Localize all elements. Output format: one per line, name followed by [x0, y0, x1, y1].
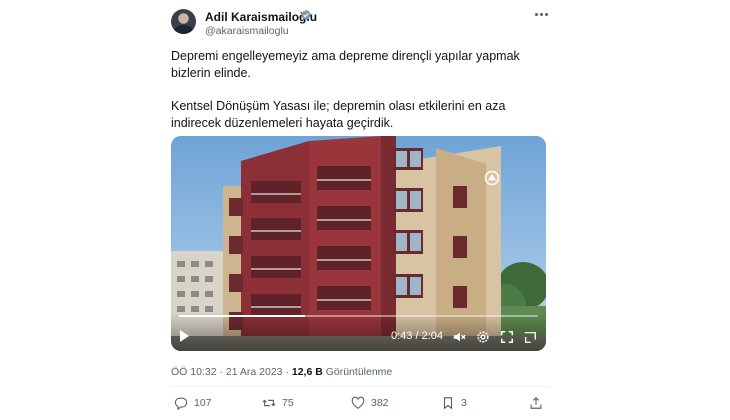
settings-icon[interactable]: [476, 330, 490, 344]
like-button[interactable]: 382: [351, 396, 389, 410]
video-time: 0:43 / 2:04: [391, 330, 443, 342]
views-count: 12,6 B: [291, 366, 323, 378]
tweet-time[interactable]: ÖÖ 10:32: [171, 366, 217, 378]
avatar[interactable]: [171, 9, 196, 34]
pip-icon[interactable]: [523, 330, 537, 344]
retweet-button[interactable]: 75: [262, 396, 294, 410]
bookmark-button[interactable]: 3: [441, 396, 467, 410]
video-progress-bar[interactable]: [179, 315, 538, 317]
meta-dot: ·: [219, 366, 223, 378]
share-icon: [530, 396, 542, 409]
share-button[interactable]: [529, 396, 543, 410]
video-player[interactable]: 0:43 / 2:04: [171, 136, 546, 351]
fullscreen-icon[interactable]: [500, 330, 514, 344]
meta-dot: ·: [285, 366, 289, 378]
watermark-icon: [484, 170, 500, 186]
video-progress-fill: [179, 315, 305, 317]
more-options-icon[interactable]: [533, 9, 549, 19]
play-icon[interactable]: [180, 330, 189, 342]
reply-count: 107: [194, 397, 212, 409]
tweet-actions: 107 75 382 3: [0, 396, 730, 414]
author-handle[interactable]: @akaraismailoglu: [205, 25, 289, 37]
bookmark-icon: [443, 397, 453, 410]
tweet-card: Adil Karaismailoğlu @akaraismailoglu Dep…: [0, 0, 730, 420]
retweet-count: 75: [282, 397, 294, 409]
tweet-meta: ÖÖ 10:32 · 21 Ara 2023 · 12,6 B Görüntül…: [171, 366, 392, 378]
tweet-date[interactable]: 21 Ara 2023: [226, 366, 283, 378]
reply-icon: [174, 397, 188, 410]
tweet-paragraph-1: Depremi engelleyemeyiz ama depreme diren…: [171, 49, 520, 80]
verified-badge-icon: [301, 9, 311, 21]
video-time-separator: /: [415, 330, 419, 342]
reply-button[interactable]: 107: [174, 396, 212, 410]
video-duration: 2:04: [421, 330, 444, 342]
retweet-icon: [262, 399, 276, 407]
views-label: Görüntülenme: [325, 366, 393, 378]
like-icon: [351, 396, 365, 409]
tweet-paragraph-2: Kentsel Dönüşüm Yasası ile; depremin ola…: [171, 99, 506, 130]
video-current-time: 0:43: [391, 330, 413, 342]
divider: [171, 386, 551, 387]
volume-icon[interactable]: [452, 330, 466, 344]
like-count: 382: [371, 397, 389, 409]
video-controls: 0:43 / 2:04: [171, 313, 546, 351]
bookmark-count: 3: [461, 397, 467, 409]
